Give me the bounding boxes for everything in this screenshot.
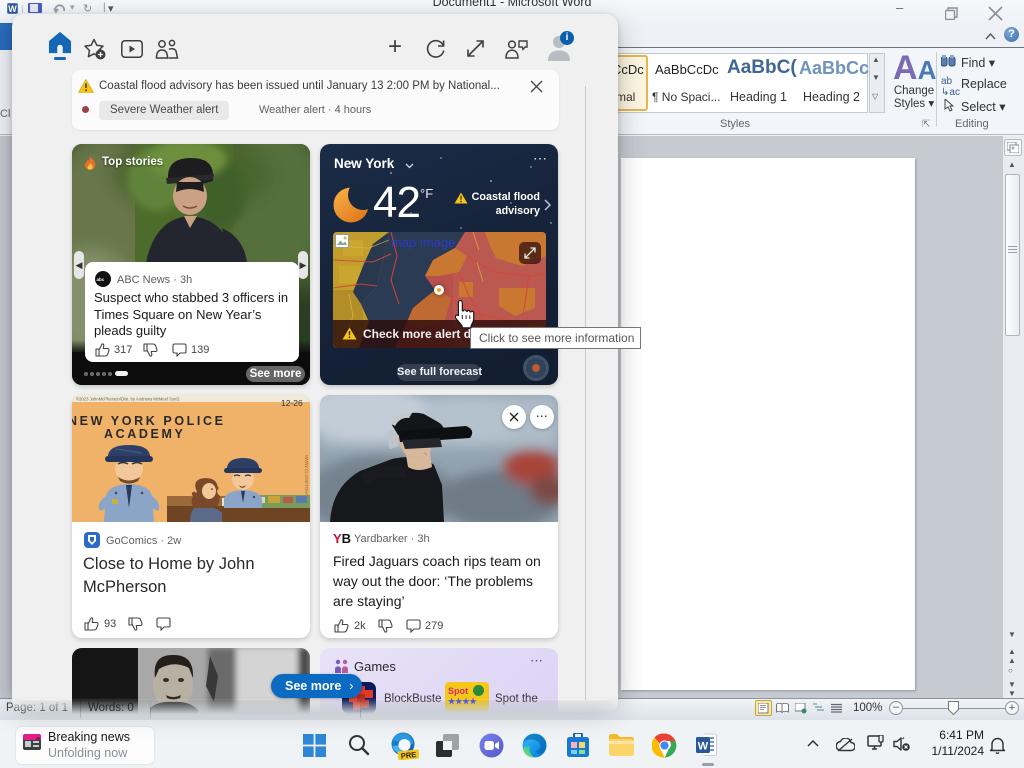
svg-text:W: W (698, 741, 709, 753)
svg-text:ACADEMY: ACADEMY (104, 427, 185, 441)
svg-text:12-26: 12-26 (281, 398, 303, 408)
svg-text:PRE: PRE (400, 750, 416, 760)
svg-text:©2023 JohnMcPherson/Dist. by A: ©2023 JohnMcPherson/Dist. by Andrews McM… (76, 397, 181, 402)
svg-text:NEW YORK POLICE: NEW YORK POLICE (72, 414, 226, 428)
